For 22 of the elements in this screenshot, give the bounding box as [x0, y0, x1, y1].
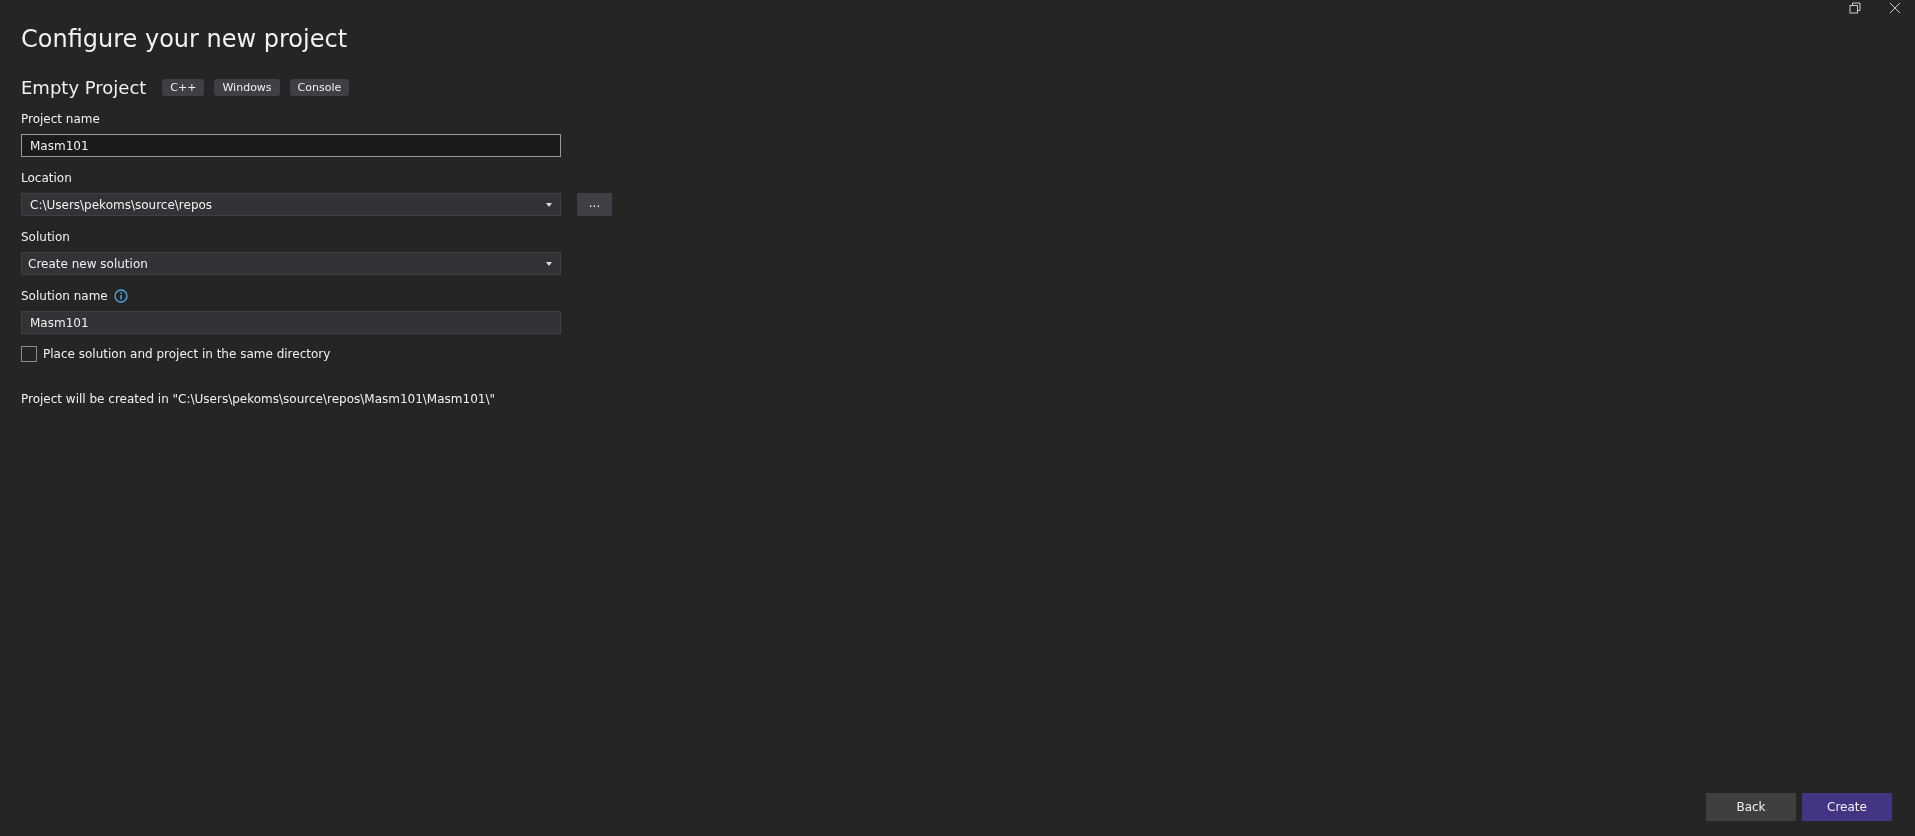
field-label: Project name	[21, 112, 101, 126]
restore-icon[interactable]	[1849, 2, 1861, 14]
field-label: Solution name	[21, 289, 108, 303]
input-field[interactable]: Masm101	[21, 134, 561, 157]
input-field[interactable]: Masm101	[21, 311, 561, 334]
solution-dropdown[interactable]: Create new solution	[21, 252, 561, 275]
tag: Windows	[214, 79, 280, 96]
close-icon[interactable]	[1889, 2, 1901, 14]
field-label: Location	[21, 171, 73, 185]
info-icon[interactable]	[113, 289, 128, 303]
checkbox[interactable]	[21, 346, 37, 362]
back-button[interactable]: Back	[1706, 793, 1796, 821]
checkbox-label: Place solution and project in the same directory	[43, 347, 331, 361]
info-text: Project will be created in "C:\Users\pekoms\source\repos\Masm101\Masm101\"	[21, 392, 496, 406]
field-label: Solution	[21, 230, 71, 244]
browse-button[interactable]: ...	[577, 193, 612, 216]
page-title: Configure your new project	[21, 24, 349, 54]
tag: C++	[162, 79, 205, 96]
create-button[interactable]: Create	[1802, 793, 1892, 821]
template-name: Empty Project	[21, 77, 147, 98]
tag: Console	[289, 79, 350, 96]
location-dropdown[interactable]: C:\Users\pekoms\source\repos	[21, 193, 561, 216]
